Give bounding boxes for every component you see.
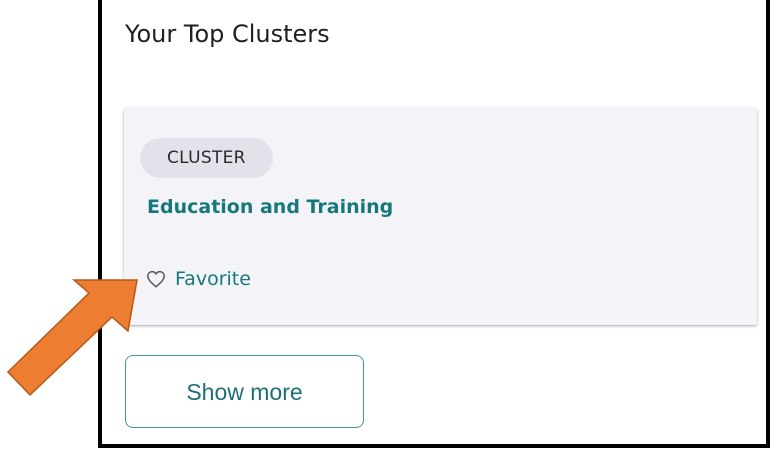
favorite-label: Favorite (175, 268, 251, 290)
section-title: Your Top Clusters (125, 20, 330, 48)
favorite-button[interactable]: Favorite (146, 266, 251, 292)
show-more-button[interactable]: Show more (125, 355, 364, 428)
cluster-card: CLUSTER Education and Training Favorite (124, 108, 757, 325)
cluster-badge: CLUSTER (140, 138, 273, 178)
cluster-name-link[interactable]: Education and Training (147, 194, 393, 220)
heart-icon (146, 270, 166, 288)
